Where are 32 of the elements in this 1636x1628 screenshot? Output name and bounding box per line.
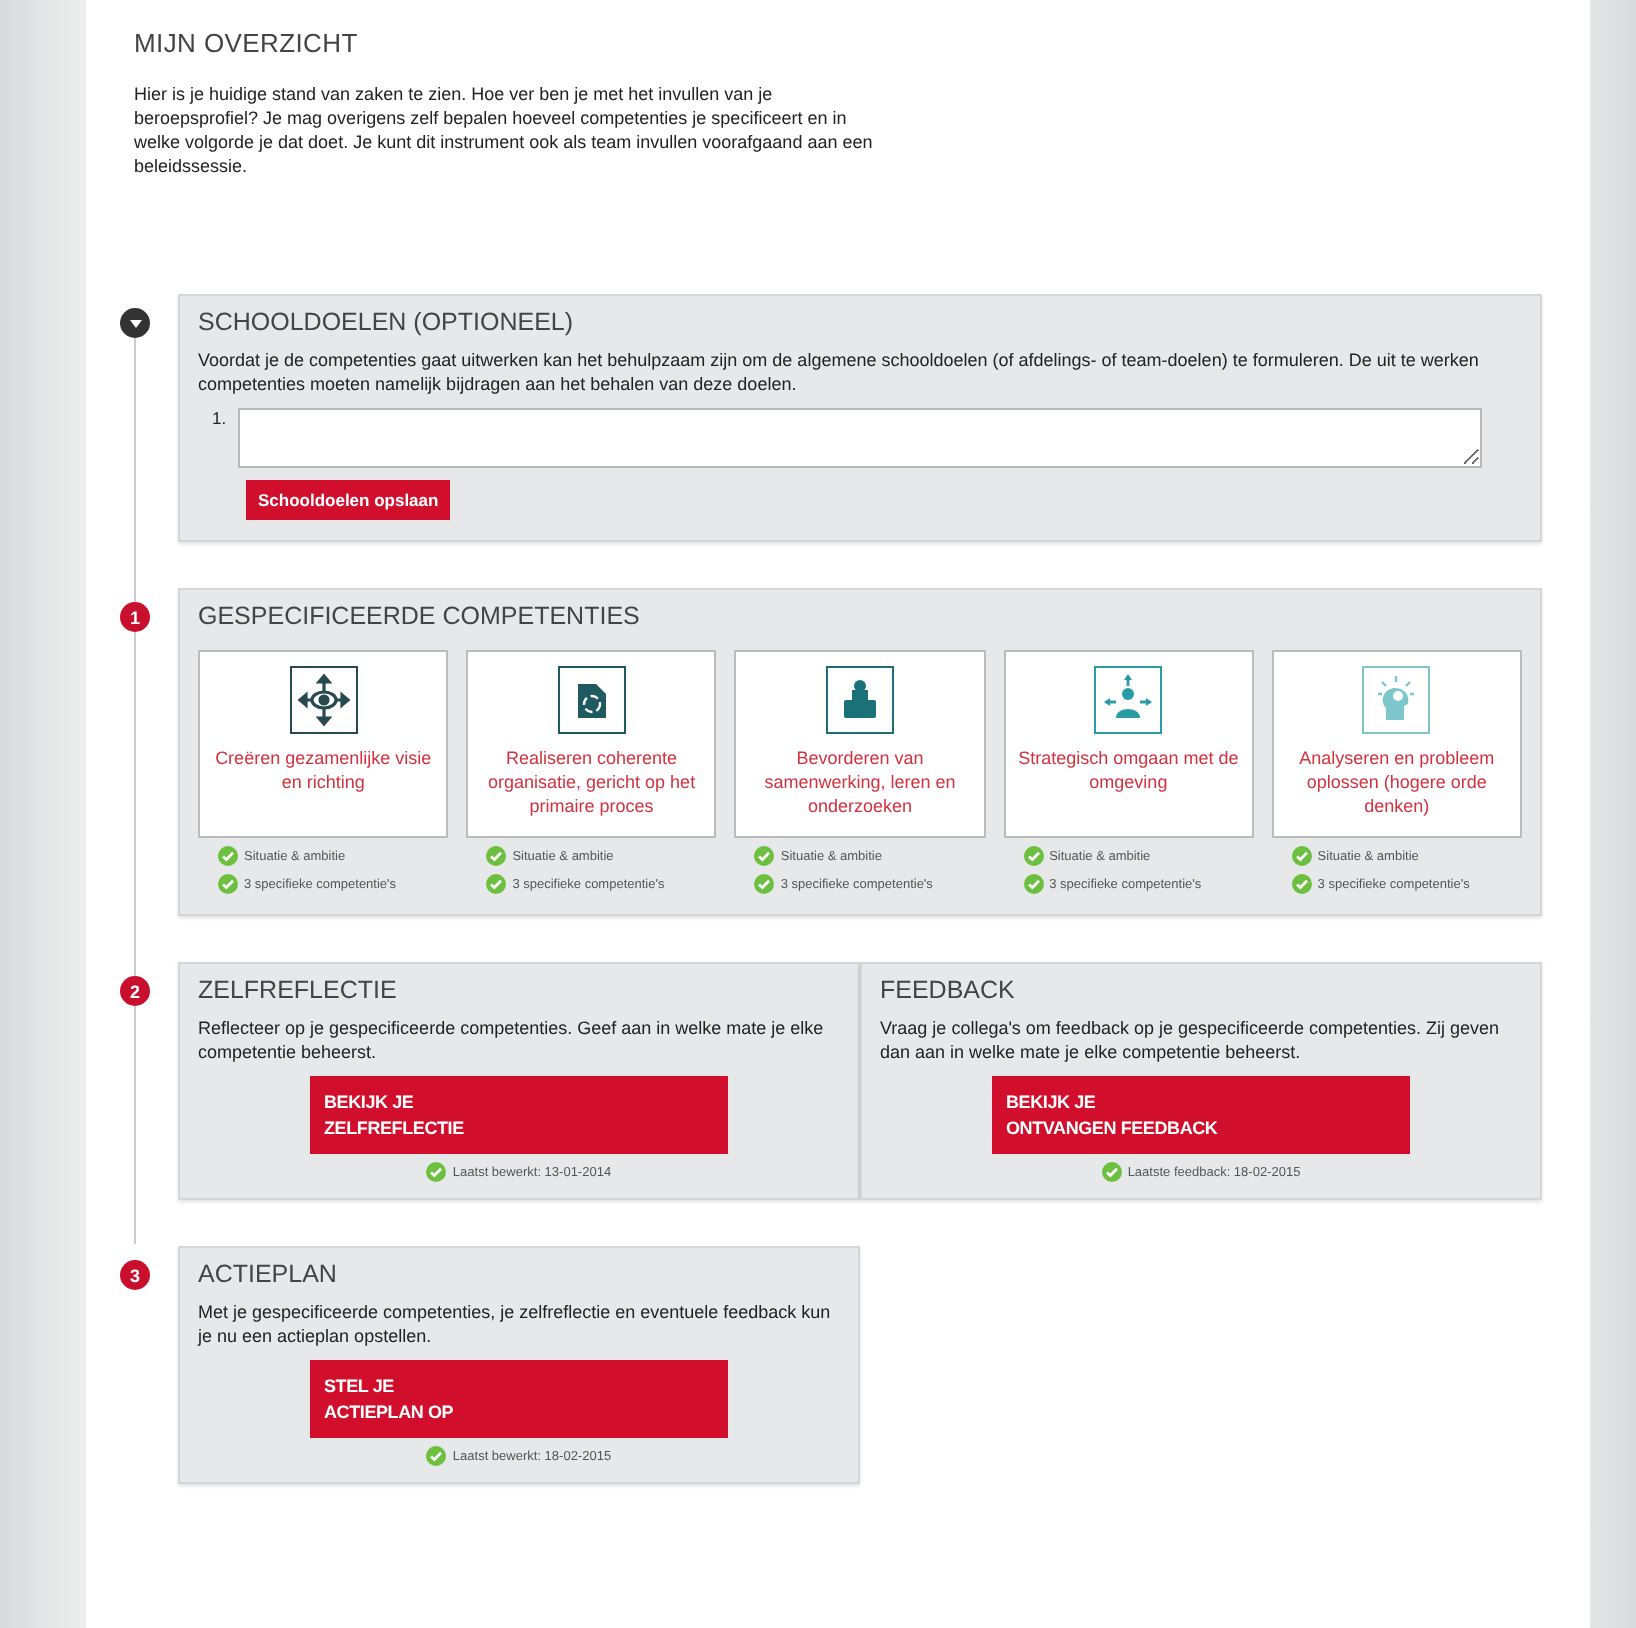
competency-title: Creëren gezamenlijke visie en richting (213, 746, 434, 794)
competency-title: Strategisch omgaan met de omgeving (1016, 746, 1241, 794)
step-number: 3 (120, 1260, 150, 1290)
action-button[interactable]: BEKIJK JE ONTVANGEN FEEDBACK (992, 1076, 1410, 1154)
panel-title: ZELFREFLECTIE (198, 976, 399, 1004)
collapse-toggle[interactable] (120, 308, 150, 338)
competency-card[interactable]: Creëren gezamenlijke visie en richting (198, 650, 449, 838)
goal-input-field[interactable] (238, 408, 1482, 468)
page-title: MIJN OVERZICHT (134, 28, 360, 58)
competency-title: Realiseren coherente organisatie, gericht op het primaire proces (486, 746, 698, 818)
save-button[interactable]: Schooldoelen opslaan (246, 480, 451, 520)
competency-card[interactable]: Analyseren en probleem oplossen (hogere orde denken) (1271, 650, 1522, 838)
step-number: 1 (120, 602, 150, 632)
panel-title: FEEDBACK (880, 976, 1017, 1004)
competency-card[interactable]: Realiseren coherente organisatie, gericht op het primaire proces (466, 650, 717, 838)
action-button[interactable]: BEKIJK JE ZELFREFLECTIE (310, 1076, 728, 1154)
panel-title: ACTIEPLAN (198, 1260, 339, 1288)
competency-title: Analyseren en probleem oplossen (hogere orde denken) (1297, 746, 1497, 818)
intro-text: Hier is je huidige stand van zaken te zien. Hoe ver ben je met het invullen van je beroepsprofiel? Je mag overigens zelf bepalen hoeveel competenties je specificeert en in welke volgorde je dat doet. Je kunt dit instrument ook als team invullen voorafgaand aan een beleidssessie. (134, 82, 874, 178)
panel-title: GESPECIFICEERDE COMPETENTIES (198, 602, 642, 630)
panel-text: Met je gespecificeerde competenties, je zelfreflectie en eventuele feedback kun je nu een actieplan opstellen. (198, 1300, 833, 1348)
panel-text: Voordat je de competenties gaat uitwerken kan het behulpzaam zijn om de algemene schooldoelen (of afdelings- of team-doelen) te formuleren. De uit te werken competenties moeten namelijk bijdragen aan het behalen van deze doelen. (198, 348, 1481, 396)
panel-text: Reflecteer op je gespecificeerde competenties. Geef aan in welke mate je elke competentie beheerst. (198, 1016, 826, 1064)
goal-number: 1. (212, 408, 227, 432)
panel-text: Vraag je collega's om feedback op je gespecificeerde competenties. Zij geven dan aan in welke mate je elke competentie beheerst. (880, 1016, 1502, 1064)
step-number: 2 (120, 976, 150, 1006)
competency-card[interactable]: Bevorderen van samenwerking, leren en onderzoeken (734, 650, 986, 838)
panel-title: SCHOOLDOELEN (OPTIONEEL) (198, 308, 576, 336)
caret-icon (129, 319, 141, 327)
action-button[interactable]: STEL JE ACTIEPLAN OP (310, 1360, 728, 1438)
competency-title: Bevorderen van samenwerking, leren en onderzoeken (762, 746, 958, 818)
competency-card[interactable]: Strategisch omgaan met de omgeving (1003, 650, 1254, 838)
